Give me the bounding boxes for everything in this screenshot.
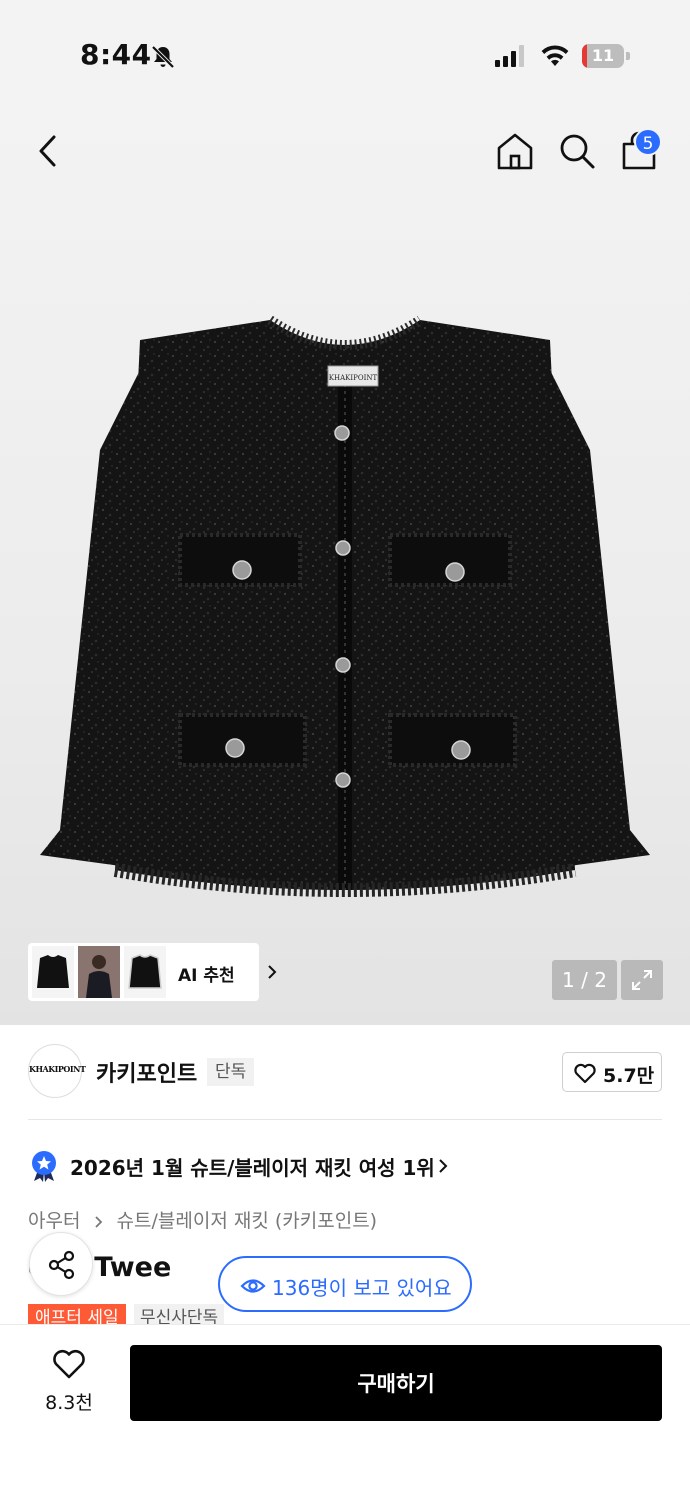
brand-like-count: 5.7만 — [603, 1065, 655, 1087]
battery-indicator: 11 — [582, 44, 630, 68]
brand-like-button[interactable]: 5.7만 — [562, 1052, 662, 1092]
expand-icon — [632, 970, 652, 990]
viewers-count-pill: 136명이 보고 있어요 — [218, 1256, 472, 1312]
battery-level: 11 — [591, 46, 615, 65]
brand-name[interactable]: 카키포인트 — [96, 1056, 197, 1088]
chevron-right-icon — [94, 1215, 102, 1228]
breadcrumb-item-outer[interactable]: 아우터 — [28, 1210, 80, 1232]
search-icon[interactable] — [556, 130, 598, 172]
wifi-icon — [541, 45, 569, 66]
brand-exclusive-tag: 단독 — [207, 1058, 255, 1086]
share-icon — [48, 1250, 75, 1280]
jacket-label-text: KHAKIPOINT — [329, 374, 378, 382]
product-like-button[interactable]: 8.3천 — [36, 1346, 102, 1416]
brand-logo-text: KHAKIPOINT — [29, 1064, 86, 1074]
ai-recommend-button[interactable]: AI 추천 — [28, 943, 277, 1001]
ai-thumb-2[interactable] — [78, 946, 120, 998]
product-like-count: 8.3천 — [45, 1392, 93, 1414]
heart-icon — [574, 1063, 596, 1084]
expand-image-button[interactable] — [621, 960, 663, 1000]
breadcrumb: 아우터 슈트/블레이저 재킷 (카키포인트) — [28, 1206, 377, 1233]
chevron-right-icon — [268, 965, 277, 979]
ai-thumb-3[interactable] — [124, 946, 166, 998]
status-bar: 8:44 11 — [0, 0, 690, 110]
product-photo[interactable]: KHAKIPOINT — [30, 310, 660, 920]
status-time: 8:44 — [80, 38, 152, 71]
ai-thumb-1[interactable] — [32, 946, 74, 998]
share-button[interactable] — [29, 1232, 93, 1296]
cellular-signal-icon — [495, 45, 524, 67]
ranking-text[interactable]: 2026년 1월 슈트/블레이저 재킷 여성 1위 — [70, 1152, 435, 1181]
bell-muted-icon — [151, 45, 175, 69]
ranking-badge-icon — [32, 1151, 56, 1182]
divider — [28, 1119, 662, 1120]
home-icon[interactable] — [494, 130, 536, 172]
buy-button[interactable]: 구매하기 — [130, 1345, 662, 1421]
back-arrow-icon[interactable] — [32, 132, 66, 170]
image-page-indicator: 1 / 2 — [552, 960, 617, 1000]
chevron-right-icon — [439, 1159, 448, 1173]
eye-icon — [240, 1279, 266, 1293]
heart-icon — [53, 1349, 85, 1379]
ai-recommend-label: AI 추천 — [178, 966, 235, 986]
brand-logo[interactable]: KHAKIPOINT — [28, 1044, 86, 1098]
cart-count-badge: 5 — [634, 128, 662, 156]
breadcrumb-item-category[interactable]: 슈트/블레이저 재킷 (카키포인트) — [117, 1210, 378, 1232]
viewers-count-text: 136명이 보고 있어요 — [272, 1276, 452, 1300]
